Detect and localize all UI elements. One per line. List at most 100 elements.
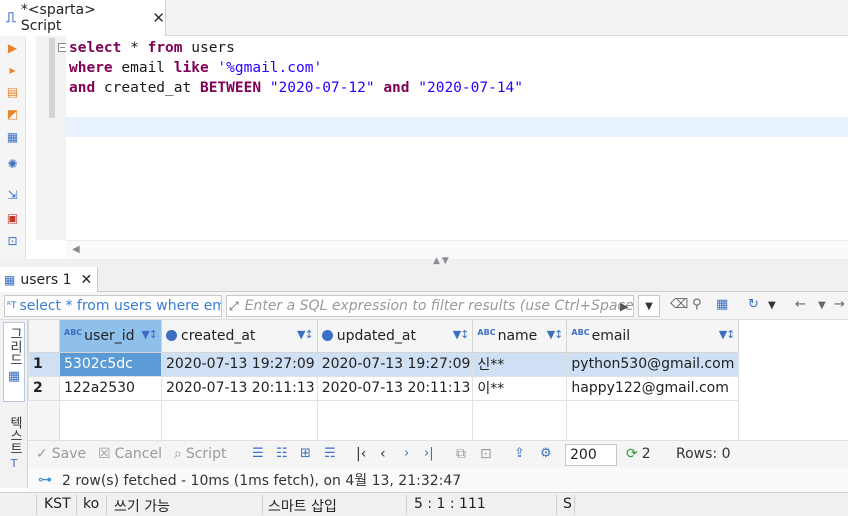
cell-created-at[interactable]: 2020-07-13 20:11:13: [161, 375, 318, 401]
results-tab-users[interactable]: ▦ users 1 ✕: [0, 267, 98, 292]
clock-icon: [321, 330, 333, 342]
table-row[interactable]: 2 122a2530 2020-07-13 20:11:13 2020-07-1…: [28, 375, 740, 401]
eraser-icon[interactable]: ⌫: [670, 297, 688, 312]
apply-filter-icon[interactable]: ▶: [620, 300, 628, 313]
column-header-email[interactable]: ABC email ▼↕: [566, 320, 740, 353]
splitter-arrows-icon[interactable]: ▲▼: [433, 256, 451, 266]
cancel-icon: ☒: [98, 446, 111, 462]
sort-filter-icon[interactable]: ▼↕: [453, 328, 470, 341]
sort-filter-icon[interactable]: ▼↕: [547, 328, 564, 341]
open-file-icon[interactable]: ⊡: [5, 233, 20, 248]
cell-user-id[interactable]: 5302c5dc: [59, 351, 162, 377]
filter-input[interactable]: ⤢ Enter a SQL expression to filter resul…: [226, 295, 634, 317]
table-grid-icon: ▦: [4, 272, 16, 287]
execute-icon[interactable]: ▶: [5, 40, 20, 55]
last-page-icon[interactable]: ›|: [424, 446, 434, 461]
scroll-left-icon[interactable]: ◀: [72, 244, 80, 255]
table-row[interactable]: 1 5302c5dc 2020-07-13 19:27:09 2020-07-1…: [28, 351, 740, 377]
cell-updated-at[interactable]: 2020-07-13 20:11:13: [316, 375, 474, 401]
row-number[interactable]: 2: [28, 375, 60, 401]
chevron-down-icon[interactable]: ▼: [768, 300, 776, 311]
row-number[interactable]: 1: [28, 351, 60, 377]
copy-row-icon[interactable]: ⊞: [300, 446, 311, 461]
execute-statement-icon[interactable]: ▸: [5, 62, 20, 77]
import-icon[interactable]: ▣: [5, 210, 20, 225]
cell-email[interactable]: python530@gmail.com: [566, 351, 740, 377]
load-plan-icon[interactable]: ▦: [5, 129, 20, 144]
text-view-icon: ꓔ: [10, 457, 18, 470]
next-page-icon[interactable]: ›: [404, 446, 409, 461]
tab-grid[interactable]: 그리드 ▦: [3, 322, 25, 402]
column-header-updated-at[interactable]: updated_at ▼↕: [316, 320, 474, 353]
rows-count: Rows: 0: [676, 446, 731, 462]
status-bar: KST ko 쓰기 가능 스마트 삽입 5 : 1 : 111 S: [0, 492, 848, 516]
export-icon[interactable]: ⇲: [5, 187, 20, 202]
fetch-status-text: 2 row(s) fetched - 10ms (1ms fetch), on …: [62, 473, 462, 489]
status-extra: S: [563, 496, 572, 512]
editor-tabbar: ⎍ *<sparta> Script ✕: [0, 0, 848, 36]
editor-scrollbar-thumb[interactable]: [49, 38, 55, 118]
save-button[interactable]: ✓ Save: [36, 446, 86, 462]
filter-history-dropdown[interactable]: ▼: [638, 295, 660, 317]
filter-bar: ᴿT select * from users where em ⤢ Enter …: [0, 292, 848, 320]
editor-tab-title: *<sparta> Script: [20, 2, 96, 34]
chevron-down-icon[interactable]: ▼: [818, 300, 826, 311]
column-header-name[interactable]: ABC name ▼↕: [472, 320, 568, 353]
cell-name[interactable]: 신**: [472, 351, 568, 377]
code-line-1: select * from users: [69, 40, 235, 56]
grid-tab-label: 그리드: [7, 327, 22, 366]
fetch-size-input[interactable]: 200: [565, 444, 617, 466]
sql-editor[interactable]: select * from users where email like '%g…: [66, 36, 848, 240]
refresh-button[interactable]: ⟳ 2: [626, 446, 651, 462]
cancel-button[interactable]: ☒ Cancel: [98, 446, 162, 462]
refresh-icon[interactable]: ↻: [748, 297, 759, 312]
results-tabbar: ▦ users 1 ✕: [0, 267, 848, 292]
maximize-icon[interactable]: ⊡: [480, 446, 492, 462]
text-type-icon: ABC: [571, 327, 590, 337]
filter-placeholder: Enter a SQL expression to filter results…: [244, 298, 634, 314]
empty-row: [28, 400, 740, 444]
cell-name[interactable]: 이**: [472, 375, 568, 401]
sort-filter-icon[interactable]: ▼↕: [297, 328, 314, 341]
sql-icon: ᴿT: [7, 301, 17, 311]
column-header-user-id[interactable]: ABC user_id ▼↕: [59, 320, 162, 353]
toggle-panels-icon[interactable]: ⧉: [456, 446, 466, 462]
editor-side-toolbar: ▶ ▸ ▤ ◩ ▦ ✺ ⇲ ▣ ⊡: [0, 36, 26, 259]
gear-icon[interactable]: ⚙: [540, 446, 552, 461]
panel-splitter[interactable]: ▲▼: [0, 256, 848, 267]
column-header-created-at[interactable]: created_at ▼↕: [161, 320, 318, 353]
close-icon[interactable]: ✕: [81, 272, 93, 288]
script-button[interactable]: ⌕ Script: [174, 446, 226, 462]
forward-icon[interactable]: →: [834, 297, 845, 312]
cell-created-at[interactable]: 2020-07-13 19:27:09: [161, 351, 318, 377]
export-icon[interactable]: ⇪: [514, 446, 525, 461]
close-icon[interactable]: ✕: [152, 9, 165, 27]
editor-horizontal-scrollbar[interactable]: ◀: [66, 240, 848, 259]
results-grid: ABC user_id ▼↕ created_at ▼↕ updated_at ▼↕ A…: [28, 320, 848, 444]
edit-row-icon[interactable]: ☰: [252, 446, 264, 461]
sort-filter-icon[interactable]: ▼↕: [141, 328, 158, 341]
editor-tab-script[interactable]: ⎍ *<sparta> Script ✕: [0, 0, 166, 36]
script-tab-icon: ⎍: [6, 10, 16, 26]
add-row-icon[interactable]: ☷: [276, 446, 288, 461]
sort-filter-icon[interactable]: ▼↕: [719, 328, 736, 341]
filter-icon[interactable]: ⚲: [692, 297, 702, 312]
previous-page-icon[interactable]: ‹: [380, 446, 386, 462]
editor-margin: [36, 36, 66, 240]
delete-row-icon[interactable]: ☴: [324, 446, 336, 461]
execute-script-icon[interactable]: ▤: [5, 84, 20, 99]
tab-text[interactable]: 텍스트 ꓔ: [3, 414, 25, 484]
back-icon[interactable]: ←: [795, 297, 806, 312]
status-insert-mode: 스마트 삽입: [268, 499, 337, 515]
text-type-icon: ABC: [477, 327, 496, 337]
settings-icon[interactable]: ✺: [5, 156, 20, 171]
query-text-field[interactable]: ᴿT select * from users where em: [4, 295, 222, 317]
filter-settings-icon[interactable]: ▦: [716, 297, 728, 312]
info-icon: ⊶: [38, 472, 52, 488]
explain-plan-icon[interactable]: ◩: [5, 106, 20, 121]
first-page-icon[interactable]: |‹: [356, 446, 366, 462]
cell-updated-at[interactable]: 2020-07-13 19:27:09: [316, 351, 474, 377]
cell-email[interactable]: happy122@gmail.com: [566, 375, 740, 401]
row-number-header[interactable]: [28, 320, 60, 353]
cell-user-id[interactable]: 122a2530: [59, 375, 162, 401]
